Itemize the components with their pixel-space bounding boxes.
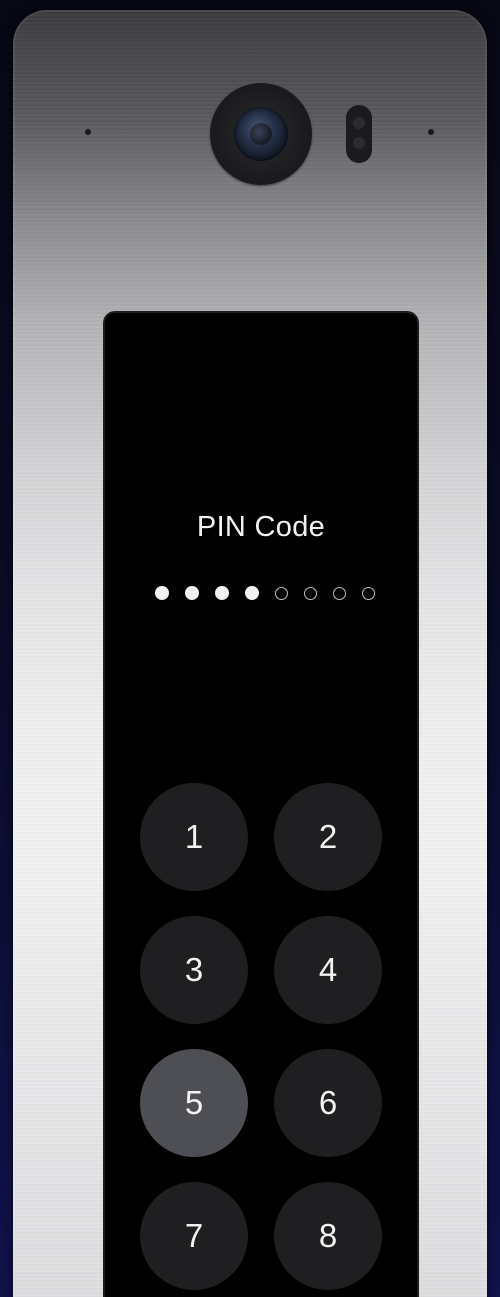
sensor-light <box>353 117 365 129</box>
keypad-key-5[interactable]: 5 <box>140 1049 248 1157</box>
proximity-sensor <box>346 105 372 163</box>
pin-dot-empty <box>362 586 375 600</box>
right-sensor-dot <box>428 129 434 135</box>
keypad-key-1[interactable]: 1 <box>140 783 248 891</box>
pin-progress-indicator <box>155 585 375 601</box>
keypad-key-2[interactable]: 2 <box>274 783 382 891</box>
pin-dot-filled <box>185 586 199 600</box>
keypad-key-7[interactable]: 7 <box>140 1182 248 1290</box>
sensor-light <box>353 137 365 149</box>
pin-dot-filled <box>245 586 259 600</box>
keypad-key-4[interactable]: 4 <box>274 916 382 1024</box>
keypad-key-6[interactable]: 6 <box>274 1049 382 1157</box>
touch-screen: PIN Code 1 2 3 4 5 6 7 8 <box>105 313 417 1297</box>
camera-lens <box>234 107 288 161</box>
intercom-device: PIN Code 1 2 3 4 5 6 7 8 <box>13 10 487 1297</box>
pin-dot-filled <box>215 586 229 600</box>
pin-dot-empty <box>304 586 317 600</box>
pin-dot-empty <box>333 586 346 600</box>
left-sensor-dot <box>85 129 91 135</box>
camera-icon <box>210 83 312 185</box>
pin-code-title: PIN Code <box>196 511 326 543</box>
pin-dot-filled <box>155 586 169 600</box>
keypad-key-3[interactable]: 3 <box>140 916 248 1024</box>
keypad-key-8[interactable]: 8 <box>274 1182 382 1290</box>
pin-dot-empty <box>275 586 288 600</box>
